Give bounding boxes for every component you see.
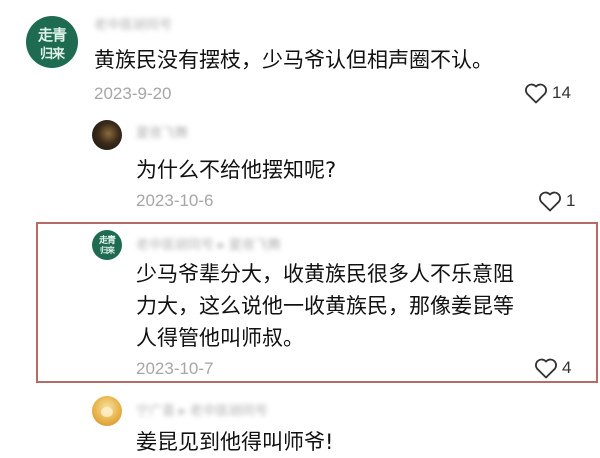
- heart-outline-icon: [525, 83, 547, 104]
- comment-text: 少马爷辈分大，收黄族民很多人不乐意阻 力大，这么说他一收黄族民，那像姜昆等 人得…: [136, 258, 514, 354]
- like-button[interactable]: 14: [524, 82, 571, 104]
- username[interactable]: 夏夜飞舞: [136, 122, 188, 141]
- username[interactable]: 老中医胡同号 ▸ 夏夜飞舞: [136, 234, 281, 253]
- comment-date: 2023-10-7: [136, 359, 214, 378]
- comment-line: 力大，这么说他一收黄族民，那像姜昆等: [136, 294, 514, 318]
- avatar[interactable]: [92, 120, 122, 150]
- comment-date: 2023-9-20: [94, 84, 172, 103]
- comment-text: 为什么不给他摆知呢?: [136, 154, 336, 186]
- comment-line: 姜昆见到他得叫师爷!: [136, 430, 334, 454]
- avatar-text: 走青: [37, 26, 67, 44]
- avatar[interactable]: [92, 396, 122, 426]
- avatar-text: 归来: [39, 47, 65, 62]
- avatar[interactable]: 走青 归来: [92, 230, 122, 260]
- comment-line: 为什么不给他摆知呢?: [136, 158, 337, 182]
- heart-outline-icon: [539, 191, 561, 212]
- comment-text: 黄族民没有摆枝，少马爷认但相声圈不认。: [94, 44, 493, 76]
- like-count: 4: [562, 358, 572, 377]
- comment-line: 人得管他叫师叔。: [136, 326, 304, 350]
- heart-outline-icon: [535, 358, 557, 379]
- username[interactable]: 宁广喜 ▸ 老中医胡同号: [136, 400, 268, 419]
- like-count: 14: [552, 83, 571, 102]
- comment-line: 少马爷辈分大，收黄族民很多人不乐意阻: [136, 262, 514, 286]
- username[interactable]: 老中医胡同号: [94, 14, 172, 33]
- avatar-text: 归来: [100, 246, 115, 255]
- comment-date: 2023-10-6: [136, 191, 214, 210]
- like-count: 1: [566, 191, 576, 210]
- comment-line: 黄族民没有摆枝，少马爷认但相声圈不认。: [94, 48, 493, 72]
- comment-text: 姜昆见到他得叫师爷!: [136, 426, 333, 458]
- like-button[interactable]: 4: [534, 357, 571, 379]
- avatar[interactable]: 走青 归来: [26, 16, 78, 68]
- like-button[interactable]: 1: [538, 190, 575, 212]
